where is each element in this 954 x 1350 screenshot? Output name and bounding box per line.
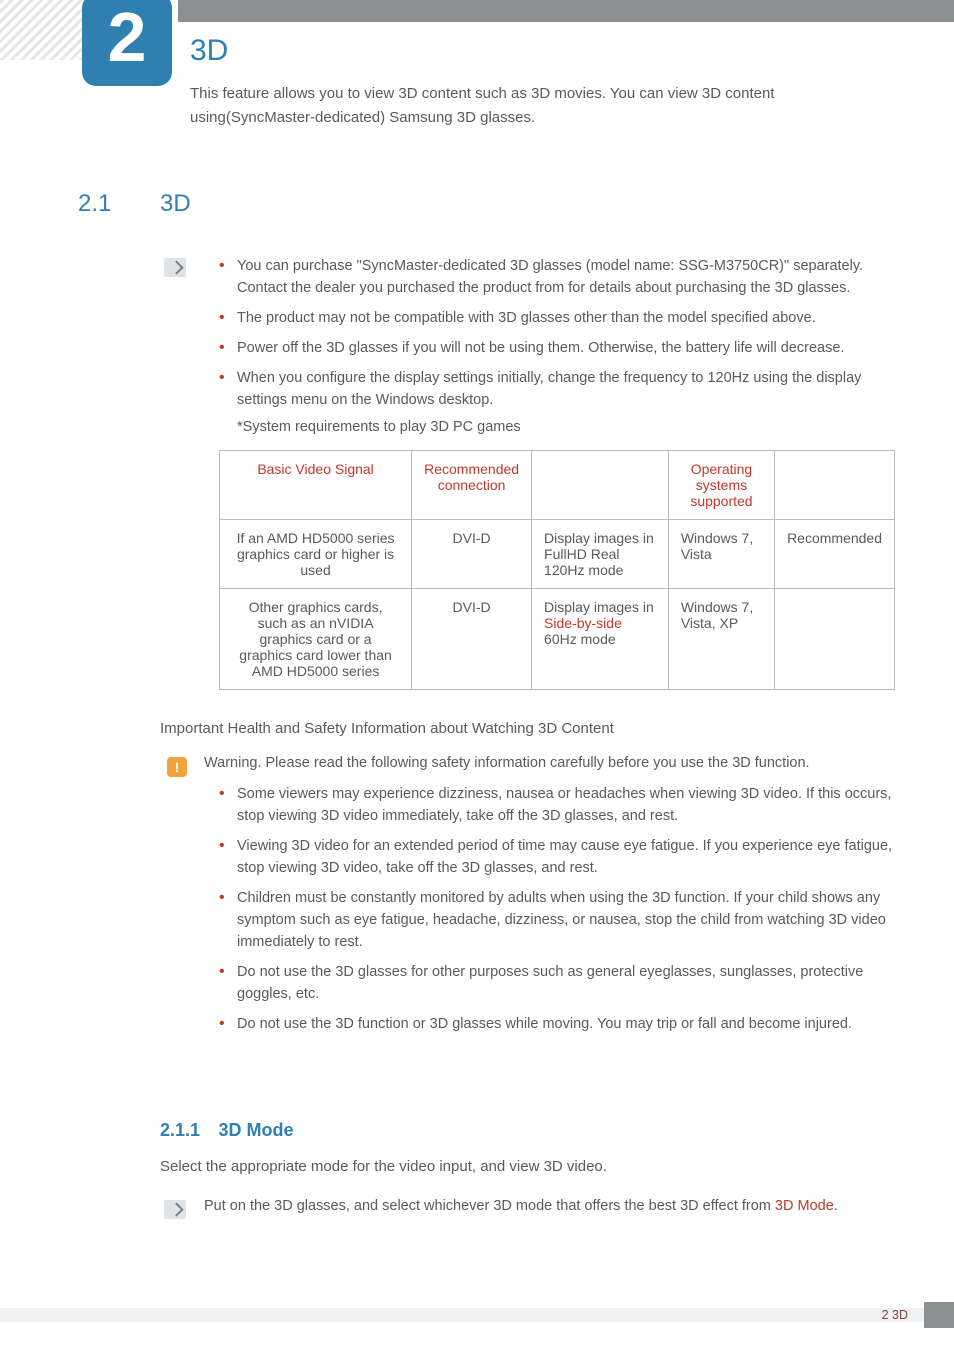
cell-text: 60Hz mode: [544, 631, 616, 647]
note-icon: [164, 258, 186, 282]
info-note-block: You can purchase "SyncMaster-dedicated 3…: [164, 255, 899, 435]
footer-label: 2 3D: [882, 1308, 908, 1322]
subsection-number: 2.1.1: [160, 1120, 200, 1140]
note-item: The product may not be compatible with 3…: [219, 307, 899, 329]
note-item: When you configure the display settings …: [219, 367, 899, 411]
chapter-title: 3D: [190, 34, 228, 68]
section-number: 2.1: [78, 190, 111, 218]
cell-text: Display images in FullHD Real 120Hz mode: [544, 530, 654, 578]
subsection-body: Select the appropriate mode for the vide…: [160, 1158, 894, 1175]
system-requirements-table: Basic Video Signal Recommended connectio…: [219, 450, 895, 690]
warning-item: Some viewers may experience dizziness, n…: [219, 783, 899, 827]
table-cell: DVI-D: [412, 520, 532, 589]
table-header: Basic Video Signal: [220, 451, 412, 520]
note-text: .: [834, 1198, 838, 1214]
table-cell: [775, 589, 895, 690]
table-cell: DVI-D: [412, 589, 532, 690]
note-icon: [164, 1200, 186, 1224]
page-footer: 2 3D: [0, 1302, 954, 1328]
table-cell: Display images in FullHD Real 120Hz mode: [532, 520, 669, 589]
chapter-intro: This feature allows you to view 3D conte…: [190, 82, 894, 130]
table-header-row: Basic Video Signal Recommended connectio…: [220, 451, 895, 520]
table-cell: If an AMD HD5000 series graphics card or…: [220, 520, 412, 589]
chapter-number: 2: [108, 0, 147, 77]
table-cell: Windows 7, Vista, XP: [668, 589, 774, 690]
warning-item: Do not use the 3D glasses for other purp…: [219, 961, 899, 1005]
chapter-number-badge: 2: [82, 0, 172, 86]
warning-block: ! Warning. Please read the following saf…: [164, 755, 899, 1043]
header-top-bar: [178, 0, 954, 22]
warning-item: Children must be constantly monitored by…: [219, 887, 899, 953]
note-subtext: *System requirements to play 3D PC games: [237, 419, 899, 435]
subsection-title: 3D Mode: [219, 1120, 294, 1140]
table-header: [775, 451, 895, 520]
subsection-note-text: Put on the 3D glasses, and select whiche…: [204, 1198, 899, 1214]
table-header: Recommended connection: [412, 451, 532, 520]
table-cell: Windows 7, Vista: [668, 520, 774, 589]
warning-icon: !: [167, 757, 187, 777]
warning-item: Viewing 3D video for an extended period …: [219, 835, 899, 879]
footer-bar: [0, 1308, 954, 1322]
table-row: Other graphics cards, such as an nVIDIA …: [220, 589, 895, 690]
section-title: 3D: [160, 190, 191, 218]
warning-item: Do not use the 3D function or 3D glasses…: [219, 1013, 899, 1035]
footer-stub: [924, 1302, 954, 1328]
note-item: You can purchase "SyncMaster-dedicated 3…: [219, 255, 899, 299]
table-header: Operating systems supported: [668, 451, 774, 520]
table-row: If an AMD HD5000 series graphics card or…: [220, 520, 895, 589]
cell-text: Display images in: [544, 599, 654, 615]
table-header: [532, 451, 669, 520]
note-item: Power off the 3D glasses if you will not…: [219, 337, 899, 359]
subsection-note: Put on the 3D glasses, and select whiche…: [164, 1198, 899, 1214]
note-highlight: 3D Mode: [775, 1198, 834, 1214]
note-text: Put on the 3D glasses, and select whiche…: [204, 1198, 775, 1214]
warning-lead: Warning. Please read the following safet…: [204, 755, 899, 771]
cell-highlight: Side-by-side: [544, 615, 622, 631]
health-heading: Important Health and Safety Information …: [160, 720, 614, 737]
table-cell: Other graphics cards, such as an nVIDIA …: [220, 589, 412, 690]
table-cell: Recommended: [775, 520, 895, 589]
table-cell: Display images in Side-by-side 60Hz mode: [532, 589, 669, 690]
